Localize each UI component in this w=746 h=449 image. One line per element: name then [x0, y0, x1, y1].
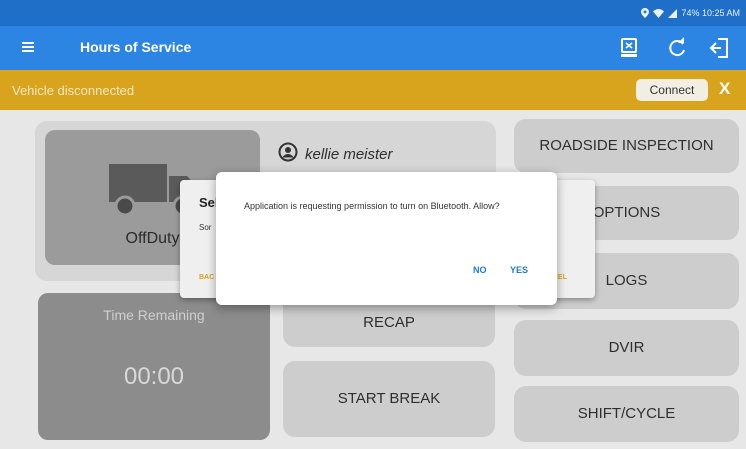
time-remaining-panel: Time Remaining 00:00 — [38, 293, 270, 440]
status-bar: 74% 10:25 AM — [0, 0, 746, 26]
roadside-inspection-button[interactable]: ROADSIDE INSPECTION — [514, 119, 739, 173]
permission-message: Application is requesting permission to … — [244, 201, 500, 211]
status-text: 74% 10:25 AM — [681, 8, 740, 18]
time-remaining-label: Time Remaining — [103, 307, 205, 323]
vehicle-status-banner: Vehicle disconnected Connect X — [0, 70, 746, 110]
menu-icon[interactable] — [22, 40, 38, 54]
shift-cycle-button[interactable]: SHIFT/CYCLE — [514, 386, 739, 442]
status-indicators: 74% 10:25 AM — [641, 6, 740, 20]
account-circle-icon — [278, 142, 298, 167]
refresh-icon[interactable] — [665, 36, 689, 60]
vehicle-status-text: Vehicle disconnected — [12, 83, 135, 98]
allow-button[interactable]: YES — [510, 265, 528, 275]
banner-close-button[interactable]: X — [719, 79, 730, 99]
app-screen: 74% 10:25 AM Hours of Service Vehicle di… — [0, 0, 746, 449]
connect-button[interactable]: Connect — [636, 79, 708, 101]
start-break-button[interactable]: START BREAK — [283, 361, 495, 437]
time-remaining-value: 00:00 — [123, 363, 185, 390]
background-dialog-back-button[interactable]: BAC — [199, 274, 214, 281]
background-dialog-message: Sor — [199, 223, 212, 232]
logout-icon[interactable] — [708, 36, 732, 60]
signal-icon — [668, 8, 678, 18]
app-title: Hours of Service — [80, 39, 192, 55]
dvir-button[interactable]: DVIR — [514, 320, 739, 376]
deny-button[interactable]: NO — [473, 265, 487, 275]
bluetooth-permission-dialog: Application is requesting permission to … — [216, 172, 557, 305]
wifi-icon — [653, 8, 665, 18]
location-icon — [641, 8, 650, 18]
app-bar: Hours of Service — [0, 26, 746, 70]
eld-device-icon[interactable] — [617, 36, 641, 60]
driver-name: kellie meister — [305, 146, 393, 163]
driver-profile: kellie meister — [278, 142, 393, 167]
